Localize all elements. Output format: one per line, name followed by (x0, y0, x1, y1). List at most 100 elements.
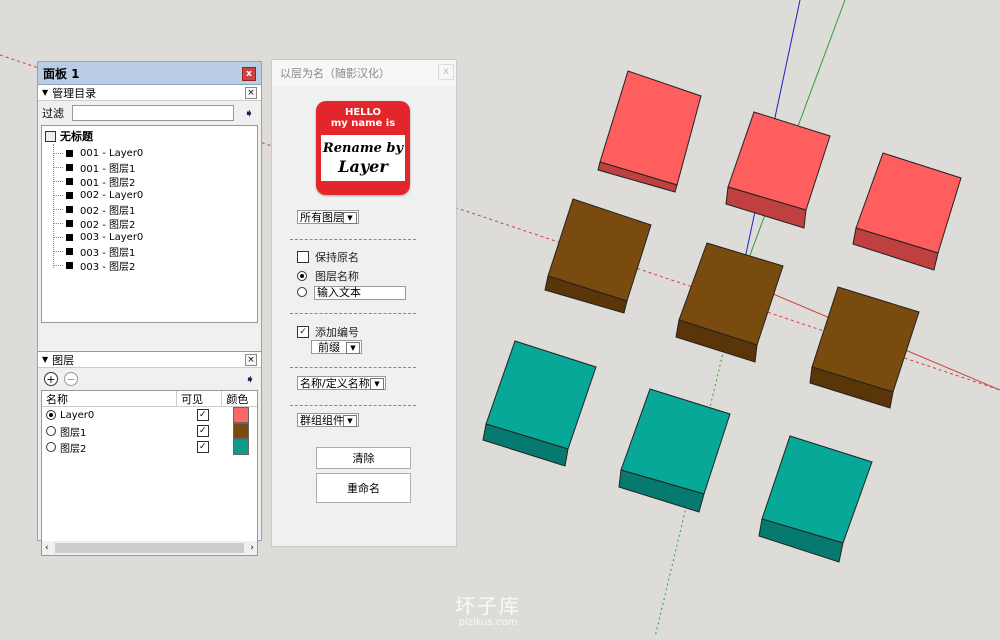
chevron-down-icon: ▼ (343, 212, 357, 224)
col-name[interactable]: 名称 (42, 391, 176, 407)
outliner-item-label: 003 - 图层2 (80, 261, 136, 273)
layer-name-radio[interactable] (297, 271, 307, 281)
outliner-item[interactable]: 001 - 图层1 (42, 160, 257, 175)
layers-table[interactable]: 名称 可见 颜色 Layer0 ✓ 图层1 ✓ 图层2 ✓ ‹ › (41, 390, 258, 556)
keep-original-label: 保持原名 (315, 251, 359, 264)
outliner-item[interactable]: 002 - Layer0 (42, 188, 257, 202)
active-layer-radio[interactable] (46, 442, 56, 452)
entity-type-select[interactable]: 群组组件 ▼ (297, 413, 359, 427)
number-position-value: 前缀 (318, 341, 340, 354)
tray-title: 面板 1 (43, 66, 80, 81)
divider (290, 313, 416, 314)
add-number-label: 添加编号 (315, 326, 359, 339)
outliner-close-button[interactable]: × (245, 87, 257, 99)
tray-title-bar[interactable]: 面板 1 x (38, 62, 261, 85)
dialog-title-bar[interactable]: 以层为名（随影汉化） x (272, 60, 456, 86)
visible-checkbox[interactable]: ✓ (196, 425, 209, 437)
name-field-select[interactable]: 名称/定义名称 ▼ (297, 376, 386, 390)
add-layer-button[interactable]: + (44, 372, 58, 386)
layer-color-swatch[interactable] (233, 439, 250, 455)
outliner-item-label: 001 - 图层1 (80, 163, 136, 175)
layers-close-button[interactable]: × (245, 354, 257, 366)
active-layer-radio[interactable] (46, 426, 56, 436)
group-icon (66, 191, 73, 199)
chevron-down-icon: ▼ (370, 378, 384, 390)
outliner-item-label: 002 - 图层2 (80, 219, 136, 231)
outliner-item-label: 003 - Layer0 (80, 231, 144, 243)
outliner-section-header[interactable]: ▼ 管理目录 × (38, 85, 261, 101)
layer-color-swatch[interactable] (233, 407, 250, 423)
active-layer-radio[interactable] (46, 410, 56, 420)
collapse-triangle-icon[interactable]: ▼ (42, 355, 48, 364)
outliner-item[interactable]: 002 - 图层2 (42, 216, 257, 231)
outliner-item-label: 003 - 图层1 (80, 247, 136, 259)
group-icon (66, 177, 73, 185)
layer-color-swatch[interactable] (233, 423, 250, 439)
scroll-thumb[interactable] (54, 543, 245, 553)
collapse-triangle-icon[interactable]: ▼ (42, 88, 48, 97)
dialog-close-button[interactable]: x (438, 64, 454, 80)
tray-close-button[interactable]: x (242, 67, 256, 81)
keep-original-option[interactable]: 保持原名 (297, 249, 359, 265)
watermark-cn: 坏子库 (455, 594, 521, 618)
outliner-item[interactable]: 001 - Layer0 (42, 146, 257, 160)
outliner-item[interactable]: 002 - 图层1 (42, 202, 257, 217)
tray-panel: 面板 1 x ▼ 管理目录 × 过滤 ➧ 无标题 001 - Layer0 00… (37, 61, 262, 556)
name-field-value: 名称/定义名称 (300, 377, 370, 390)
outliner-filter-row: 过滤 ➧ (38, 101, 261, 125)
box-red-3 (852, 152, 962, 271)
outliner-root[interactable]: 无标题 (42, 126, 257, 146)
col-visible[interactable]: 可见 (176, 390, 221, 407)
scope-select[interactable]: 所有图层 ▼ (297, 210, 359, 224)
chevron-down-icon: ▼ (343, 415, 357, 427)
scroll-left-icon[interactable]: ‹ (42, 543, 52, 553)
layer-row[interactable]: Layer0 ✓ (42, 407, 257, 423)
box-red-2 (725, 111, 831, 229)
box-brown-2 (675, 242, 784, 363)
layer-row[interactable]: 图层1 ✓ (42, 423, 257, 439)
group-icon (66, 247, 73, 255)
add-number-checkbox[interactable]: ✓ (297, 326, 309, 338)
entity-type-value: 群组组件 (300, 414, 344, 427)
filter-input[interactable] (72, 105, 234, 121)
visible-checkbox[interactable]: ✓ (196, 409, 209, 421)
outliner-root-label: 无标题 (60, 130, 93, 143)
outliner-item-label: 002 - 图层1 (80, 205, 136, 217)
visible-checkbox[interactable]: ✓ (196, 441, 209, 453)
details-arrow-icon[interactable]: ➧ (244, 106, 254, 120)
custom-text-input[interactable]: 输入文本 (314, 286, 406, 300)
outliner-item[interactable]: 003 - 图层1 (42, 244, 257, 259)
dialog-title: 以层为名（随影汉化） (280, 67, 390, 80)
clear-button[interactable]: 清除 (316, 447, 411, 469)
group-icon (66, 205, 73, 213)
outliner-title: 管理目录 (52, 86, 97, 100)
layers-title: 图层 (52, 353, 75, 367)
layer-name-option[interactable]: 图层名称 (297, 268, 359, 284)
layer-row[interactable]: 图层2 ✓ (42, 439, 257, 455)
divider (290, 405, 416, 406)
outliner-item[interactable]: 003 - 图层2 (42, 258, 257, 273)
model-icon (45, 130, 56, 142)
keep-original-checkbox[interactable] (297, 251, 309, 263)
horizontal-scrollbar[interactable]: ‹ › (42, 541, 257, 555)
outliner-item[interactable]: 001 - 图层2 (42, 174, 257, 189)
outliner-item[interactable]: 003 - Layer0 (42, 230, 257, 244)
scope-select-value: 所有图层 (300, 211, 344, 224)
group-icon (66, 261, 73, 269)
add-number-option[interactable]: ✓ 添加编号 (297, 324, 359, 340)
outliner-item-label: 001 - Layer0 (80, 147, 144, 159)
scroll-right-icon[interactable]: › (247, 543, 257, 553)
box-brown-1 (544, 198, 652, 314)
watermark: 坏子库 pizikus.com (455, 590, 521, 628)
outliner-item-label: 001 - 图层2 (80, 177, 136, 189)
custom-text-option[interactable] (297, 287, 315, 297)
col-color[interactable]: 颜色 (221, 390, 257, 407)
outliner-tree[interactable]: 无标题 001 - Layer0 001 - 图层1 001 - 图层2 002… (41, 125, 258, 323)
number-position-select[interactable]: 前缀 ▼ (311, 340, 362, 354)
group-icon (66, 149, 73, 157)
custom-text-radio[interactable] (297, 287, 307, 297)
layers-section-header[interactable]: ▼ 图层 × (38, 351, 261, 368)
details-arrow-icon[interactable]: ➧ (245, 372, 255, 386)
rename-button[interactable]: 重命名 (316, 473, 411, 503)
delete-layer-button[interactable]: − (64, 372, 78, 386)
